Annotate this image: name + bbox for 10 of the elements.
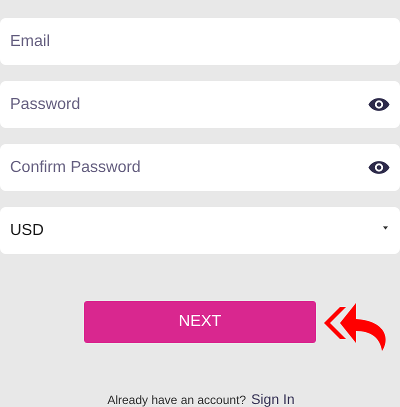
eye-icon[interactable] xyxy=(368,97,390,112)
signin-link[interactable]: Sign In xyxy=(251,391,295,407)
password-field[interactable]: Confirm Password xyxy=(0,144,400,191)
email-field[interactable]: Email xyxy=(0,18,400,65)
currency-dropdown[interactable]: USD xyxy=(0,207,400,254)
password-field[interactable]: Password xyxy=(0,81,400,128)
caret-icon xyxy=(383,226,388,230)
next-button[interactable]: NEXT xyxy=(84,301,316,343)
eye-icon[interactable] xyxy=(368,160,390,175)
signin-prompt: Already have an account? xyxy=(107,393,246,407)
